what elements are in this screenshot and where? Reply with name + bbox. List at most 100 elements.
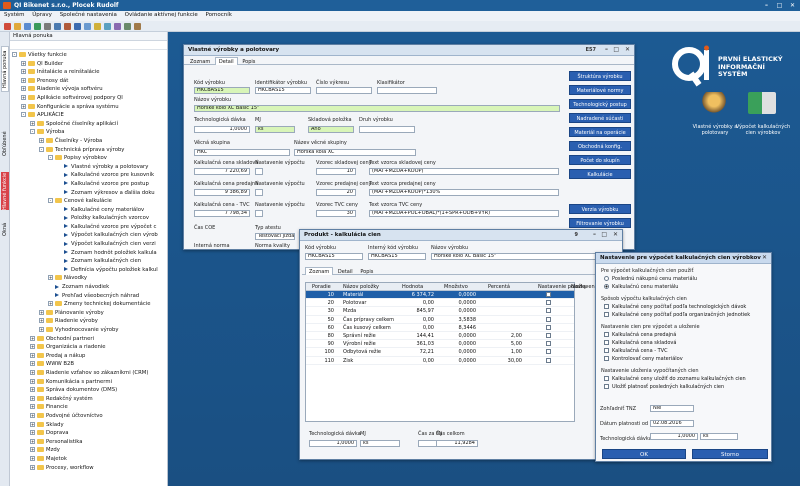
calc-setting-button[interactable] [255,189,263,196]
new-icon[interactable] [34,23,41,30]
bicycle-desktop-icon[interactable] [700,92,728,114]
expand-icon[interactable]: + [48,301,53,307]
tree-item[interactable]: + Správa dokumentov (DMS) [10,386,167,395]
side-button[interactable]: Materiál na operácie [569,127,631,137]
table-row[interactable]: 100 Odbytová režie 72,21 0,0000 1,00 [306,348,574,357]
total-time-field[interactable]: 11,9284 [436,440,478,447]
expand-icon[interactable]: + [21,86,26,92]
tree-item[interactable]: + Riadenie výroby [10,317,167,326]
unit-field[interactable]: ks [255,126,295,133]
tree-item[interactable]: + QI Builder [10,60,167,69]
close-icon[interactable]: ✕ [625,46,630,53]
calc-setting-button[interactable] [255,168,263,175]
expand-icon[interactable]: + [21,77,26,83]
checkbox-option[interactable]: Kalkulačné ceny počítať podľa technologi… [604,304,746,310]
expand-icon[interactable]: + [30,378,35,384]
maximize-icon[interactable]: □ [613,46,619,53]
checkbox-option[interactable]: Kalkulačná cena - TVC [604,348,668,354]
tree-item[interactable]: + Majetok [10,455,167,464]
calc-internal-field[interactable]: HKCBAS15 [368,253,426,260]
stock-item-select[interactable]: Ano [308,126,354,133]
expand-icon[interactable]: + [30,387,35,393]
tree-item[interactable]: - Výroba [10,128,167,137]
expand-icon[interactable]: + [30,404,35,410]
side-button[interactable]: Materiálové normy [569,85,631,95]
column-header[interactable]: Názov položky [343,284,379,290]
settings-unit-field[interactable]: ks [700,433,738,440]
minimize-icon[interactable]: – [605,46,608,53]
collapse-icon[interactable]: - [12,52,17,57]
expand-icon[interactable]: + [30,447,35,453]
side-button[interactable]: Filtrovanie výrobku [569,218,631,228]
table-row[interactable]: 110 Zisk 0,00 0,0000 30,00 [306,357,574,365]
window-icon[interactable] [114,23,121,30]
formula-text-field[interactable]: (MAT+MZDA+POL+OBAL)*(1+SPR+ODB+VYR) [369,210,559,217]
row-checkbox[interactable] [546,316,554,323]
tree-item[interactable]: + Podvojné účtovníctvo [10,412,167,421]
calc-setting-button[interactable] [255,210,263,217]
tree-item[interactable]: - APLIKÁCIE [10,111,167,120]
save-icon[interactable] [24,23,31,30]
table-row[interactable]: 90 Výrobní režie 361,03 0,0000 5,00 [306,340,574,349]
checkbox-option[interactable]: Kalkulačné ceny počítať podľa organizačn… [604,312,750,318]
tree-item[interactable]: + Redakčný systém [10,395,167,404]
expand-icon[interactable]: + [30,120,35,126]
row-checkbox[interactable] [546,332,554,339]
calculator-desktop-icon[interactable] [748,92,776,114]
table-row[interactable]: 20 Polotovar 0,00 0,0000 [306,299,574,308]
tree-item[interactable]: Kalkulačné vzorce pre výpočet c [10,223,167,232]
vtab-windows[interactable]: Okná [1,218,9,240]
cancel-button[interactable]: Storno [692,449,768,459]
desktop-icon-label-calc[interactable]: Výpočet kalkulačných cien výrobkov [728,124,798,136]
print-icon[interactable] [44,23,51,30]
exit-icon[interactable] [4,23,11,30]
row-checkbox[interactable] [546,308,554,314]
tree-item[interactable]: Zoznam hodnôt položiek kalkula [10,249,167,258]
row-checkbox[interactable] [546,341,554,347]
settings-batch-field[interactable]: 1,0000 [650,433,698,440]
checkbox-icon[interactable] [604,312,609,317]
search-icon[interactable] [84,23,91,30]
table-row[interactable]: 30 Mzda 845,97 0,0000 [306,307,574,316]
tree-item[interactable]: - Cenové kalkulácie [10,197,167,206]
maximize-icon[interactable]: □ [773,1,786,10]
formula-field[interactable]: 20 [316,189,356,196]
tree-item[interactable]: + Spoločné číselníky aplikácií [10,120,167,129]
product-code-field[interactable]: HKCBAS15 [194,87,250,94]
vtab-main-menu[interactable]: Hlavná ponuka [1,46,9,92]
side-button[interactable]: Verzia výrobku [569,204,631,214]
checkbox-icon[interactable] [604,340,609,345]
tree-item[interactable]: + Financie [10,403,167,412]
menu-help[interactable]: Pomocník [206,12,232,18]
price-field[interactable]: 7 798,34 [194,210,250,217]
tech-batch-field[interactable]: 1,0000 [194,126,250,133]
checkbox-icon[interactable] [604,384,609,389]
group-name-field[interactable]: Horská kola XC [294,149,416,156]
column-header[interactable]: Hodnota [402,284,423,290]
tree-item[interactable]: Kalkulačné ceny materiálov [10,206,167,215]
menu-edit[interactable]: Úpravy [32,12,52,18]
side-button[interactable]: Nadradené súčasti [569,113,631,123]
tree-item[interactable]: Výpočet kalkulačných cien verzi [10,240,167,249]
vtab-main-functions[interactable]: Hlavné funkcie [1,172,9,210]
calc-code-field[interactable]: HKCBAS15 [305,253,363,260]
tree-item[interactable]: Zoznam návodiek [10,283,167,292]
collapse-icon[interactable]: - [48,198,53,204]
classifier-field[interactable] [377,87,437,94]
product-type-select[interactable] [359,126,415,133]
expand-icon[interactable]: + [39,137,44,143]
open-icon[interactable] [14,23,21,30]
maximize-icon[interactable]: □ [601,231,607,238]
radio-option[interactable]: Kalkulačnú cenu materiálu [604,284,678,290]
tree-item[interactable]: + Zmeny technickej dokumentácie [10,300,167,309]
tree-item[interactable]: Zoznam výkresov a ďalšia doku [10,189,167,198]
tree-item[interactable]: + Plánovanie výroby [10,309,167,318]
calc-name-field[interactable]: Horské kolo XC Basic 15" [431,253,611,260]
close-icon[interactable]: ✕ [762,254,767,261]
side-button[interactable]: Obchodná konfig. [569,141,631,151]
table-row[interactable]: 10 Materiál 6 374,72 0,0000 [306,291,574,300]
formula-text-field[interactable]: (MAT+MZDA+KOOP) [369,168,559,175]
tree-item[interactable]: + Predaj a nákup [10,352,167,361]
expand-icon[interactable]: + [30,464,35,470]
formula-field[interactable]: 10 [316,168,356,175]
